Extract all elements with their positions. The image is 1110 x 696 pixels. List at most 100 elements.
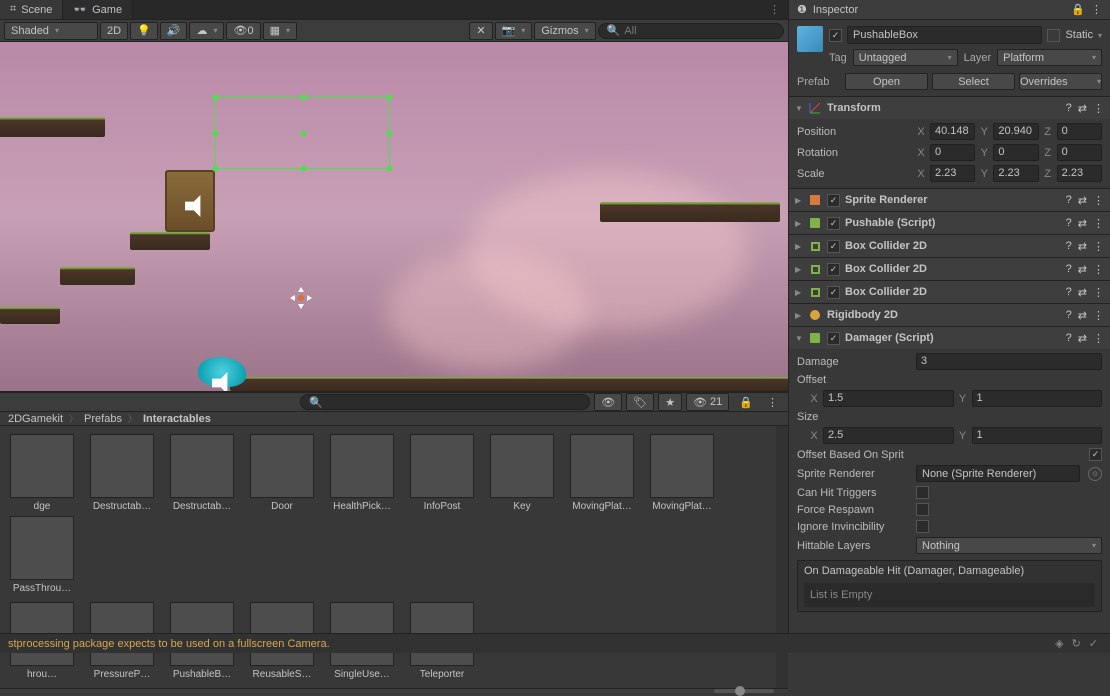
tab-inspector[interactable]: Inspector — [813, 4, 858, 16]
preset-icon[interactable]: ⇄ — [1078, 217, 1087, 230]
static-checkbox[interactable] — [1047, 29, 1060, 42]
hidden-icon[interactable]: 👁0 — [226, 22, 260, 40]
hittable-layers-dropdown[interactable]: Nothing — [916, 537, 1102, 554]
footer-icon[interactable]: ↻ — [1072, 637, 1081, 650]
move-gizmo-icon[interactable] — [290, 287, 312, 309]
menu-icon[interactable]: ⋮ — [1093, 286, 1104, 299]
panel-menu-icon[interactable]: ⋮ — [1091, 3, 1102, 16]
thumbnail-size-slider[interactable] — [714, 689, 774, 693]
tab-game[interactable]: 👓Game — [63, 0, 133, 19]
size-y-input[interactable]: 1 — [972, 427, 1103, 444]
active-checkbox[interactable]: ✓ — [829, 29, 842, 42]
component-enabled-checkbox[interactable]: ✓ — [827, 240, 840, 253]
component-header-damager[interactable]: ▼ ✓ Damager (Script) ?⇄⋮ — [789, 327, 1110, 349]
component-header-transform[interactable]: ▼ Transform ?⇄⋮ — [789, 97, 1110, 119]
component-enabled-checkbox[interactable]: ✓ — [827, 263, 840, 276]
preset-icon[interactable]: ⇄ — [1078, 286, 1087, 299]
size-x-input[interactable]: 2.5 — [823, 427, 954, 444]
help-icon[interactable]: ? — [1066, 240, 1072, 253]
selection-rect[interactable] — [215, 97, 390, 169]
preset-icon[interactable]: ⇄ — [1078, 332, 1087, 345]
asset-item[interactable]: HealthPick… — [324, 434, 400, 512]
tools-icon[interactable]: ✕ — [469, 22, 492, 40]
prefab-open-button[interactable]: Open — [845, 73, 928, 90]
menu-icon[interactable]: ⋮ — [1093, 332, 1104, 345]
console-footer[interactable]: stprocessing package expects to be used … — [0, 633, 1110, 653]
help-icon[interactable]: ? — [1066, 194, 1072, 207]
star-icon[interactable]: ★ — [658, 393, 682, 411]
breadcrumb-item[interactable]: Interactables — [143, 413, 211, 425]
preset-icon[interactable]: ⇄ — [1078, 309, 1087, 322]
static-dropdown[interactable]: ▾ — [1098, 31, 1102, 40]
gizmos-dropdown[interactable]: Gizmos — [534, 22, 595, 40]
menu-icon[interactable]: ⋮ — [1093, 194, 1104, 207]
asset-item[interactable]: Key — [484, 434, 560, 512]
grid-icon[interactable]: ▦ — [263, 22, 297, 40]
rotation-y-input[interactable]: 0 — [993, 144, 1038, 161]
menu-icon[interactable]: ⋮ — [1093, 263, 1104, 276]
help-icon[interactable]: ? — [1066, 102, 1072, 115]
component-enabled-checkbox[interactable]: ✓ — [827, 332, 840, 345]
footer-icon[interactable]: ✓ — [1089, 637, 1098, 650]
help-icon[interactable]: ? — [1066, 217, 1072, 230]
camera-icon[interactable]: 📷 — [495, 22, 533, 40]
scene-viewport[interactable] — [0, 42, 788, 393]
prefab-overrides-dropdown[interactable]: Overrides — [1019, 73, 1102, 90]
asset-item[interactable]: PassThrou… — [4, 516, 80, 594]
audio-icon[interactable]: 🔊 — [160, 22, 188, 40]
preset-icon[interactable]: ⇄ — [1078, 102, 1087, 115]
filter-icon[interactable]: 👁 — [594, 393, 622, 411]
can-hit-checkbox[interactable] — [916, 486, 929, 499]
scale-y-input[interactable]: 2.23 — [993, 165, 1038, 182]
ignore-inv-checkbox[interactable] — [916, 520, 929, 533]
component-header[interactable]: ▶Rigidbody 2D?⇄⋮ — [789, 304, 1110, 326]
scene-search[interactable]: 🔍 — [598, 23, 784, 39]
preset-icon[interactable]: ⇄ — [1078, 194, 1087, 207]
light-icon[interactable]: 💡 — [130, 22, 158, 40]
layer-dropdown[interactable]: Platform — [997, 49, 1102, 66]
fx-icon[interactable]: ☁ — [189, 22, 224, 40]
rotation-x-input[interactable]: 0 — [930, 144, 975, 161]
asset-item[interactable]: MovingPlat… — [564, 434, 640, 512]
preset-icon[interactable]: ⇄ — [1078, 263, 1087, 276]
asset-item[interactable]: InfoPost — [404, 434, 480, 512]
object-picker-icon[interactable]: ⊙ — [1088, 467, 1102, 481]
label-icon[interactable]: 🏷 — [626, 393, 654, 411]
offset-y-input[interactable]: 1 — [972, 390, 1103, 407]
sprite-renderer-field[interactable]: None (Sprite Renderer) — [916, 465, 1080, 482]
component-enabled-checkbox[interactable]: ✓ — [827, 217, 840, 230]
tag-dropdown[interactable]: Untagged — [853, 49, 958, 66]
offset-x-input[interactable]: 1.5 — [823, 390, 954, 407]
component-header[interactable]: ▶✓Box Collider 2D?⇄⋮ — [789, 258, 1110, 280]
2d-toggle[interactable]: 2D — [100, 22, 128, 40]
component-enabled-checkbox[interactable]: ✓ — [827, 286, 840, 299]
breadcrumb-item[interactable]: Prefabs — [84, 413, 122, 425]
object-name-input[interactable]: PushableBox — [847, 26, 1042, 44]
menu-icon[interactable]: ⋮ — [1093, 102, 1104, 115]
panel-menu-icon[interactable]: ⋮ — [763, 396, 782, 409]
component-header[interactable]: ▶✓Pushable (Script)?⇄⋮ — [789, 212, 1110, 234]
component-header[interactable]: ▶✓Sprite Renderer?⇄⋮ — [789, 189, 1110, 211]
force-respawn-checkbox[interactable] — [916, 503, 929, 516]
asset-item[interactable]: dge — [4, 434, 80, 512]
tab-scene[interactable]: ⌗Scene — [0, 0, 63, 19]
position-z-input[interactable]: 0 — [1057, 123, 1102, 140]
prefab-select-button[interactable]: Select — [932, 73, 1015, 90]
asset-item[interactable]: Door — [244, 434, 320, 512]
scale-z-input[interactable]: 2.23 — [1057, 165, 1102, 182]
lock-icon[interactable]: 🔒 — [1071, 3, 1085, 16]
offset-sprite-checkbox[interactable]: ✓ — [1089, 448, 1102, 461]
position-y-input[interactable]: 20.940 — [993, 123, 1038, 140]
menu-icon[interactable]: ⋮ — [1093, 309, 1104, 322]
breadcrumb-item[interactable]: 2DGamekit — [8, 413, 63, 425]
help-icon[interactable]: ? — [1066, 332, 1072, 345]
menu-icon[interactable]: ⋮ — [1093, 240, 1104, 253]
scene-search-input[interactable] — [624, 25, 775, 37]
project-search-input[interactable] — [327, 396, 581, 408]
tab-menu-icon[interactable]: ⋮ — [761, 3, 788, 16]
shading-dropdown[interactable]: Shaded — [4, 22, 98, 40]
footer-icon[interactable]: ◈ — [1055, 637, 1063, 650]
asset-item[interactable]: Destructab… — [164, 434, 240, 512]
hidden-count[interactable]: 👁21 — [686, 393, 729, 411]
preset-icon[interactable]: ⇄ — [1078, 240, 1087, 253]
